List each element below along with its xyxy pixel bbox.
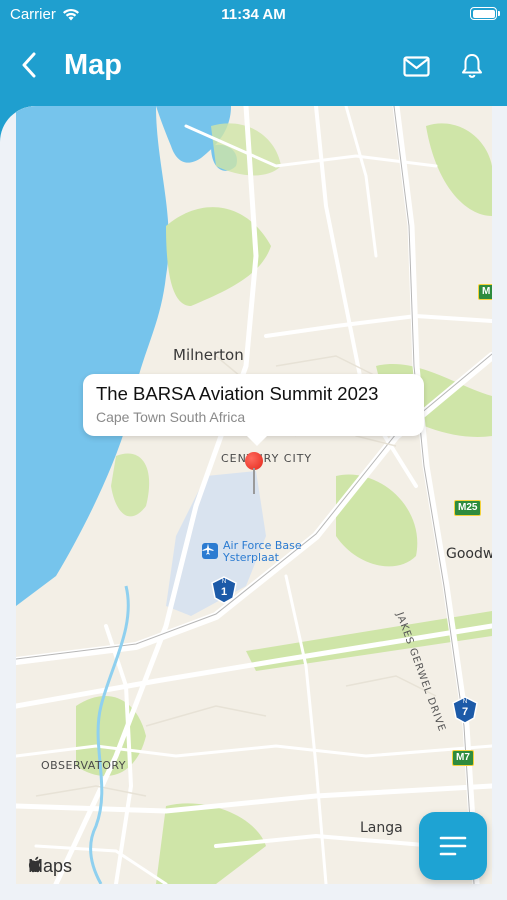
map-label-langa: Langa xyxy=(360,820,403,836)
apple-maps-attribution[interactable]: Maps xyxy=(28,856,72,877)
map-label-milnerton: Milnerton xyxy=(173,346,244,364)
motorway-badge-m: M xyxy=(478,284,492,300)
route-shield-n7: N 7 xyxy=(452,696,478,724)
chevron-left-icon xyxy=(22,52,36,78)
callout-subtitle: Cape Town South Africa xyxy=(96,409,246,425)
menu-icon xyxy=(439,836,467,856)
battery-icon xyxy=(470,7,500,20)
callout-title: The BARSA Aviation Summit 2023 xyxy=(96,383,379,404)
location-callout[interactable]: The BARSA Aviation Summit 2023 Cape Town… xyxy=(83,374,424,446)
mail-icon xyxy=(402,55,430,77)
motorway-badge-m25: M25 xyxy=(454,500,482,516)
airport-icon xyxy=(202,543,218,559)
status-bar: Carrier 11:34 AM xyxy=(0,0,507,30)
map-label-century-city: CENTURY CITY xyxy=(221,452,313,465)
content-area: Milnerton CENTURY CITY Air Force Base Ys… xyxy=(0,106,507,900)
map-label-goodwood: Goodw xyxy=(446,546,492,562)
motorway-badge-m7: M7 xyxy=(452,750,474,766)
map-view[interactable]: Milnerton CENTURY CITY Air Force Base Ys… xyxy=(16,106,492,884)
map-label-air-force-base: Air Force Base Ysterplaat xyxy=(223,540,302,564)
apple-logo-icon xyxy=(28,856,42,873)
page-title: Map xyxy=(64,49,122,81)
mail-button[interactable] xyxy=(400,50,432,82)
map-label-observatory: OBSERVATORY xyxy=(41,759,127,772)
status-time: 11:34 AM xyxy=(221,6,286,23)
route-shield-n1: N 1 xyxy=(211,576,237,604)
map-pin-icon[interactable] xyxy=(245,452,263,496)
bell-icon xyxy=(462,54,482,78)
map-label-afb-line2: Ysterplaat xyxy=(223,551,279,564)
back-button[interactable] xyxy=(14,50,44,80)
menu-fab-button[interactable] xyxy=(419,812,487,880)
nav-bar: Map xyxy=(0,30,507,106)
notifications-button[interactable] xyxy=(456,50,488,82)
